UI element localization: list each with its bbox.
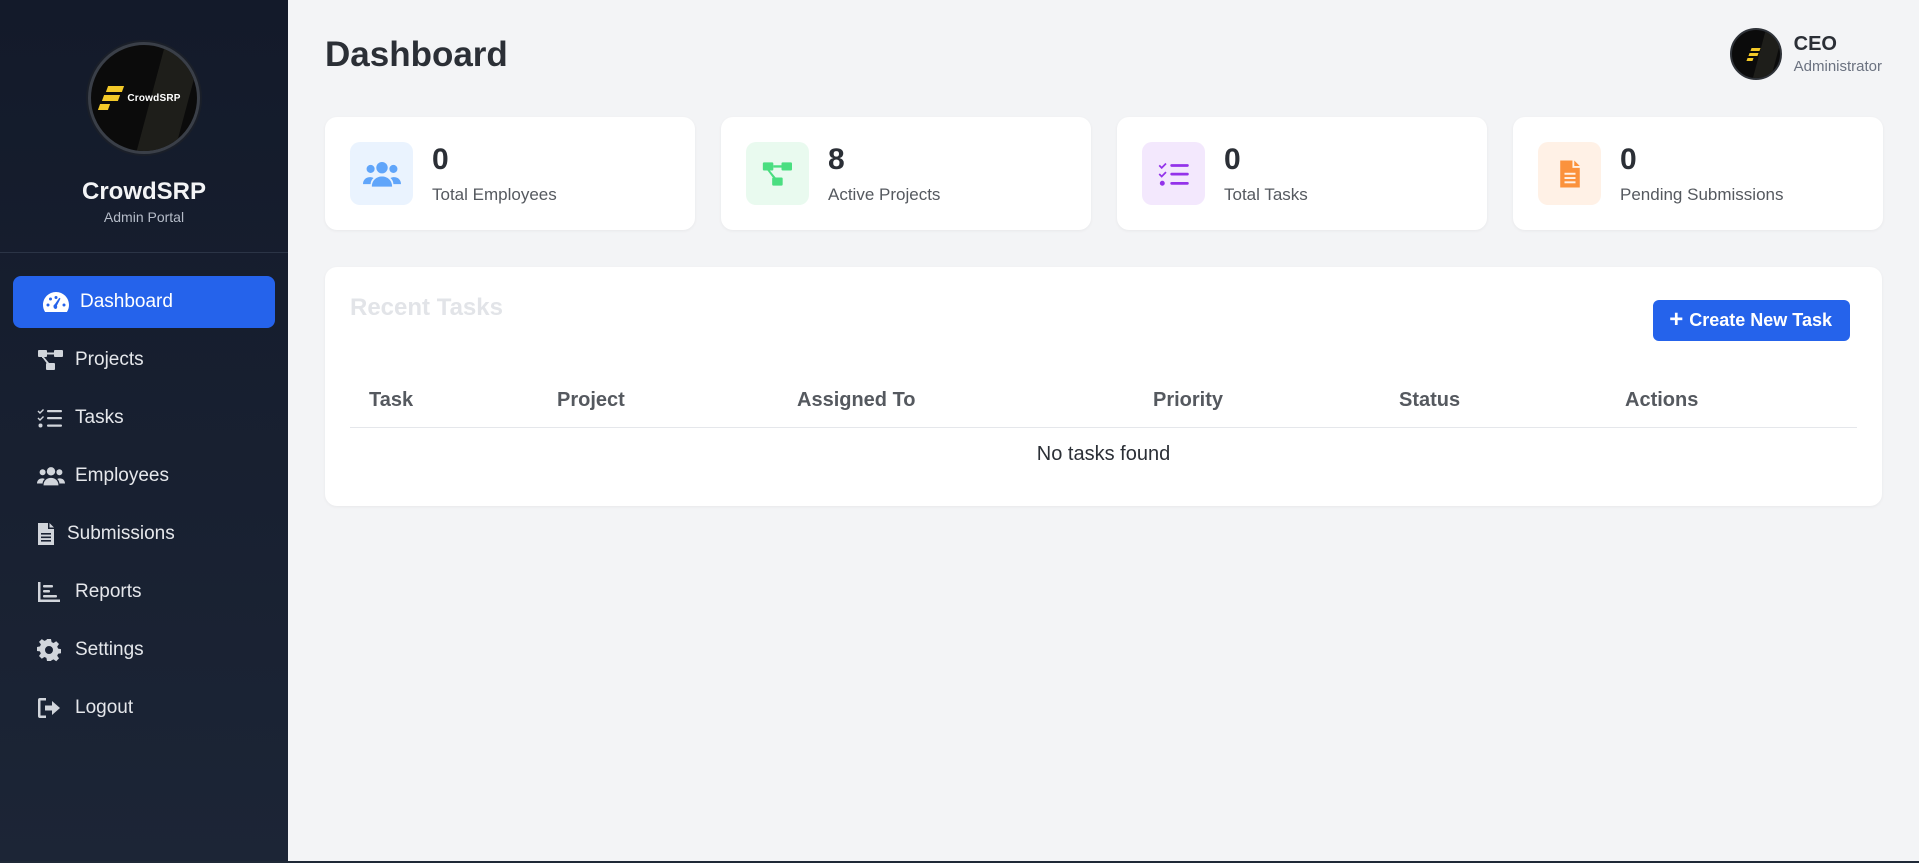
sidebar-item-submissions[interactable]: Submissions [13, 508, 275, 560]
stat-label: Active Projects [828, 184, 941, 204]
stat-label: Total Tasks [1224, 184, 1308, 204]
page-title: Dashboard [325, 35, 508, 74]
project-diagram-icon [37, 348, 65, 372]
project-diagram-icon [746, 142, 809, 205]
main-content: Dashboard CEO Administrator 0 Total Empl… [288, 0, 1919, 863]
create-task-button[interactable]: + Create New Task [1653, 300, 1850, 341]
column-header-assigned-to[interactable]: Assigned To [797, 389, 916, 412]
sidebar-item-label: Tasks [75, 407, 124, 428]
tasks-list-icon [1142, 142, 1205, 205]
user-profile[interactable]: CEO Administrator [1729, 28, 1882, 80]
logout-icon [37, 696, 65, 720]
file-icon [37, 522, 57, 546]
stat-card-submissions: 0 Pending Submissions [1513, 117, 1883, 230]
stat-card-employees: 0 Total Employees [325, 117, 695, 230]
users-icon [350, 142, 413, 205]
stat-label: Total Employees [432, 184, 557, 204]
sidebar-item-label: Projects [75, 349, 144, 370]
column-header-actions: Actions [1625, 389, 1699, 411]
logo-text: CrowdSRP [127, 92, 181, 104]
sidebar-item-label: Reports [75, 581, 142, 602]
stat-card-tasks: 0 Total Tasks [1117, 117, 1487, 230]
brand-logo: CrowdSRP [88, 42, 200, 154]
create-task-label: Create New Task [1689, 310, 1832, 330]
column-header-priority[interactable]: Priority [1153, 389, 1223, 412]
stats-row: 0 Total Employees 8 Active Projects 0 To… [325, 117, 1883, 230]
file-icon [1538, 142, 1601, 205]
sidebar-item-label: Settings [75, 639, 144, 660]
avatar [1729, 28, 1782, 80]
stat-label: Pending Submissions [1620, 184, 1784, 204]
column-header-status[interactable]: Status [1399, 389, 1460, 412]
sidebar-item-employees[interactable]: Employees [13, 450, 275, 502]
sidebar-nav: Dashboard Projects Tasks Employees Submi… [0, 253, 288, 734]
sidebar-item-label: Logout [75, 697, 134, 718]
tasks-table-header: Task Project Assigned To Priority Status… [350, 367, 1857, 428]
column-header-task[interactable]: Task [369, 389, 413, 412]
sidebar-item-tasks[interactable]: Tasks [13, 392, 275, 444]
sidebar-item-dashboard[interactable]: Dashboard [13, 276, 275, 328]
stat-value: 8 [828, 142, 845, 176]
stat-value: 0 [432, 142, 449, 176]
chart-bar-icon [37, 580, 65, 604]
sidebar-item-logout[interactable]: Logout [13, 682, 275, 734]
sidebar-item-projects[interactable]: Projects [13, 334, 275, 386]
sidebar-item-label: Dashboard [80, 291, 173, 312]
sidebar-item-label: Employees [75, 465, 169, 486]
sidebar-brand: CrowdSRP CrowdSRP Admin Portal [0, 0, 288, 253]
stat-card-projects: 8 Active Projects [721, 117, 1091, 230]
brand-name: CrowdSRP [81, 178, 206, 205]
sidebar-item-settings[interactable]: Settings [13, 624, 275, 676]
brand-subtitle: Admin Portal [103, 209, 185, 225]
empty-state-message: No tasks found [1036, 443, 1171, 465]
sidebar-item-label: Submissions [67, 523, 175, 544]
plus-icon: + [1669, 305, 1684, 333]
sidebar: CrowdSRP CrowdSRP Admin Portal Dashboard… [0, 0, 288, 863]
recent-tasks-panel: Recent Tasks + Create New Task Task Proj… [325, 267, 1882, 506]
column-header-project[interactable]: Project [557, 389, 625, 412]
tasks-list-icon [37, 406, 65, 430]
gauge-icon [42, 290, 70, 314]
user-name: CEO [1793, 33, 1837, 55]
stat-value: 0 [1224, 142, 1241, 176]
stat-value: 0 [1620, 142, 1637, 176]
user-role: Administrator [1793, 58, 1882, 75]
sidebar-item-reports[interactable]: Reports [13, 566, 275, 618]
recent-tasks-title: Recent Tasks [350, 294, 503, 321]
users-icon [37, 464, 65, 488]
gear-icon [37, 638, 65, 662]
